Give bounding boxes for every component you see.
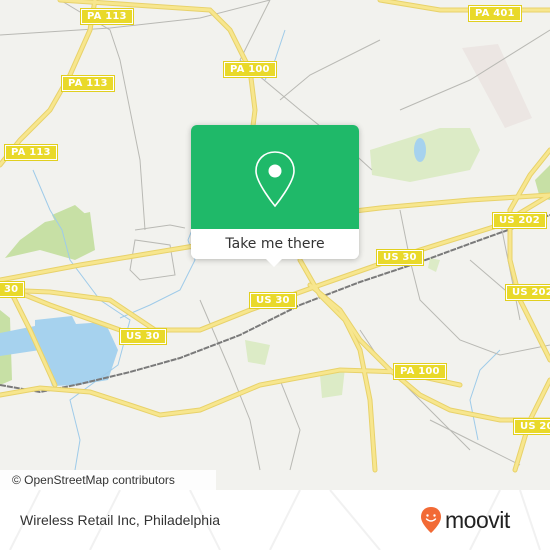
road-label-pa-113: PA 113 <box>61 75 115 92</box>
map-pin-icon <box>255 151 295 208</box>
road-label-pa-100: PA 100 <box>393 363 447 380</box>
road-label-pa-113: PA 113 <box>80 8 134 25</box>
park-area <box>428 258 440 272</box>
road-label-pa-401: PA 401 <box>468 5 522 22</box>
road-label-pa-100: PA 100 <box>223 61 277 78</box>
landuse-area <box>462 44 532 128</box>
road-label-us-30: US 30 <box>249 292 297 309</box>
park-area <box>245 340 270 365</box>
road-label-us-30: US 30 <box>376 249 424 266</box>
lake <box>0 316 118 386</box>
road-label-us-30: 30 <box>0 281 26 298</box>
moovit-logo[interactable]: moovit <box>420 506 510 534</box>
stream <box>469 349 501 441</box>
map-canvas[interactable]: PA 113 PA 113 PA 113 PA 100 PA 401 US 20… <box>0 0 550 490</box>
moovit-logo-icon <box>421 507 441 533</box>
popup-header <box>191 125 359 229</box>
road-label-us-202: US 202 <box>505 284 550 301</box>
moovit-wordmark: moovit <box>445 507 510 533</box>
take-me-there-button[interactable]: Take me there <box>191 229 359 259</box>
pond <box>414 138 426 162</box>
road-label-pa-113: PA 113 <box>4 144 58 161</box>
footer-bar: Wireless Retail Inc, Philadelphia moovit <box>0 490 550 550</box>
place-title: Wireless Retail Inc, Philadelphia <box>20 512 220 528</box>
road-label-us-202: US 202 <box>513 418 550 435</box>
location-popup: Take me there <box>191 125 359 267</box>
road-label-us-30: US 30 <box>119 328 167 345</box>
map-attribution[interactable]: © OpenStreetMap contributors <box>0 470 216 490</box>
park-area <box>5 212 95 260</box>
road-label-us-202: US 202 <box>492 212 547 229</box>
popup-pointer <box>265 258 283 267</box>
